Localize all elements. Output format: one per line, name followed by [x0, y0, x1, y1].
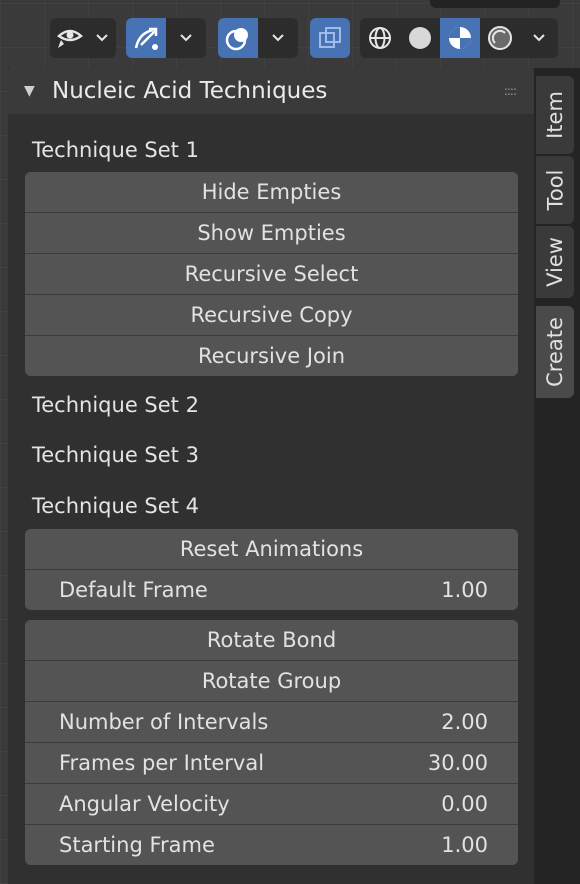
hide-empties-button[interactable]: Hide Empties — [25, 172, 518, 212]
rendered-shading-icon[interactable] — [480, 18, 520, 58]
gizmo-icon[interactable] — [126, 18, 166, 58]
gizmo-dropdown[interactable] — [126, 18, 206, 58]
tab-item[interactable]: Item — [536, 76, 574, 154]
technique-set-3-label: Technique Set 3 — [32, 443, 199, 467]
drag-handle-icon[interactable]: :::: — [504, 84, 517, 98]
field-label: Frames per Interval — [59, 751, 265, 775]
recursive-copy-button[interactable]: Recursive Copy — [25, 294, 518, 335]
technique-set-1-label: Technique Set 1 — [32, 138, 199, 162]
material-shading-icon[interactable] — [440, 18, 480, 58]
header-strip — [430, 0, 560, 8]
chevron-down-icon — [166, 18, 206, 58]
field-value: 2.00 — [441, 710, 488, 734]
tab-create[interactable]: Create — [536, 306, 574, 398]
field-label: Angular Velocity — [59, 792, 230, 816]
wireframe-shading-icon[interactable] — [360, 18, 400, 58]
tab-tool[interactable]: Tool — [536, 156, 574, 224]
field-value: 1.00 — [441, 833, 488, 857]
rotate-box: Rotate Bond Rotate Group Number of Inter… — [25, 620, 518, 865]
field-label: Number of Intervals — [59, 710, 269, 734]
starting-frame-field[interactable]: Starting Frame 1.00 — [25, 824, 518, 865]
sidebar-tabs: Item Tool View Create — [534, 68, 580, 884]
recursive-select-button[interactable]: Recursive Select — [25, 253, 518, 294]
panel-title: Nucleic Acid Techniques — [52, 78, 328, 104]
default-frame-value: 1.00 — [441, 578, 488, 602]
field-value: 0.00 — [441, 792, 488, 816]
recursive-join-button[interactable]: Recursive Join — [25, 335, 518, 376]
technique-set-4-label: Technique Set 4 — [32, 494, 199, 518]
visibility-dropdown[interactable] — [50, 18, 116, 58]
chevron-down-icon — [90, 18, 114, 58]
frames-per-interval-field[interactable]: Frames per Interval 30.00 — [25, 742, 518, 783]
chevron-down-icon — [520, 18, 558, 58]
collapse-triangle-icon[interactable]: ▼ — [24, 83, 52, 99]
xray-toggle[interactable] — [310, 18, 350, 58]
technique-set-1-buttons: Hide Empties Show Empties Recursive Sele… — [25, 172, 518, 376]
field-label: Starting Frame — [59, 833, 215, 857]
visibility-icon — [50, 18, 90, 58]
show-empties-button[interactable]: Show Empties — [25, 212, 518, 253]
xray-icon[interactable] — [310, 18, 350, 58]
field-value: 30.00 — [427, 751, 488, 775]
default-frame-label: Default Frame — [59, 578, 208, 602]
chevron-down-icon — [258, 18, 298, 58]
sidebar-panel: ▼ Nucleic Acid Techniques :::: Technique… — [8, 68, 534, 884]
panel-header[interactable]: ▼ Nucleic Acid Techniques :::: — [8, 68, 534, 114]
rotate-bond-button[interactable]: Rotate Bond — [25, 620, 518, 660]
overlay-dropdown[interactable] — [218, 18, 298, 58]
overlay-icon[interactable] — [218, 18, 258, 58]
angular-velocity-field[interactable]: Angular Velocity 0.00 — [25, 783, 518, 824]
technique-set-2-label: Technique Set 2 — [32, 393, 199, 417]
solid-shading-icon[interactable] — [400, 18, 440, 58]
shading-mode-group[interactable] — [360, 18, 558, 58]
reset-animations-button[interactable]: Reset Animations — [25, 529, 518, 569]
animation-box: Reset Animations Default Frame 1.00 — [25, 529, 518, 610]
number-of-intervals-field[interactable]: Number of Intervals 2.00 — [25, 701, 518, 742]
rotate-group-button[interactable]: Rotate Group — [25, 660, 518, 701]
default-frame-field[interactable]: Default Frame 1.00 — [25, 569, 518, 610]
tab-view[interactable]: View — [536, 226, 574, 298]
